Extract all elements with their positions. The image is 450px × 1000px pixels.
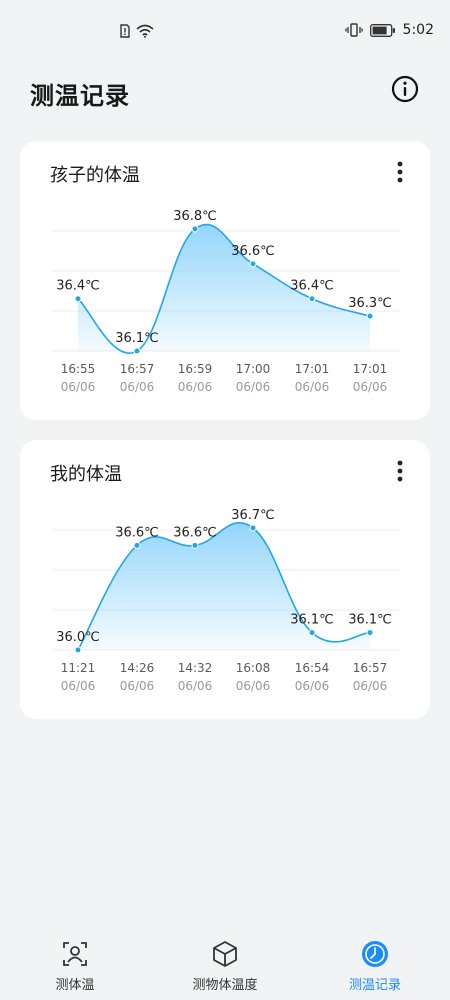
x-tick-time: 17:00: [236, 362, 271, 376]
x-tick-date: 06/06: [236, 679, 271, 693]
x-tick-time: 14:26: [120, 661, 155, 675]
status-right-icons: 5:02: [344, 22, 434, 38]
data-point: [74, 295, 82, 303]
data-label: 36.6℃: [173, 525, 217, 540]
child-temperature-chart: 36.4℃ 16:55 06/06 36.1℃ 16:57 06/06 36.8℃ 16:59…: [53, 209, 400, 394]
x-tick-date: 06/06: [295, 380, 330, 394]
series-area: [78, 522, 370, 650]
data-label: 36.4℃: [290, 279, 334, 294]
data-point: [249, 524, 257, 532]
status-time: 5:02: [402, 22, 434, 38]
x-tick-date: 06/06: [295, 679, 330, 693]
x-tick-time: 16:55: [61, 362, 96, 376]
cube-icon: [213, 941, 237, 967]
status-left-icons: [120, 24, 154, 38]
x-tick-time: 16:08: [236, 661, 271, 675]
bottom-tab-bar: 测体温 测物体温度 测温记录: [0, 936, 450, 1000]
tab-records[interactable]: 测温记录: [300, 936, 450, 1000]
sim-alert-icon: [120, 24, 130, 38]
x-tick-time: 16:59: [178, 362, 213, 376]
child-temperature-card[interactable]: 孩子的体温 36.4℃ 16:55 06/06 36.1℃ 16:57 06/06 36.8…: [20, 141, 430, 420]
page-header: 测温记录: [0, 66, 450, 126]
tab-label: 测物体温度: [192, 978, 258, 993]
x-tick-date: 06/06: [61, 380, 96, 394]
x-tick-date: 06/06: [120, 679, 155, 693]
x-tick-time: 11:21: [61, 661, 96, 675]
clock-icon: [362, 941, 388, 967]
data-point: [366, 312, 374, 320]
data-point: [308, 629, 316, 637]
x-tick-time: 16:57: [120, 362, 155, 376]
data-label: 36.4℃: [56, 279, 100, 294]
my-temperature-chart: 36.0℃ 11:21 06/06 36.6℃ 14:26 06/06 36.6℃ 14:32…: [53, 508, 400, 693]
data-point: [191, 541, 199, 549]
battery-icon: [369, 23, 395, 37]
data-point: [74, 646, 82, 654]
data-label: 36.0℃: [56, 630, 100, 645]
tab-label: 测体温: [55, 978, 95, 993]
data-label: 36.1℃: [348, 613, 392, 628]
wifi-icon: [136, 24, 154, 38]
data-label: 36.1℃: [115, 331, 159, 346]
x-tick-date: 06/06: [61, 679, 96, 693]
data-label: 36.3℃: [348, 296, 392, 311]
data-point: [133, 541, 141, 549]
x-tick-date: 06/06: [353, 679, 388, 693]
page-title: 测温记录: [30, 82, 130, 110]
data-point: [366, 629, 374, 637]
info-icon[interactable]: [390, 74, 420, 104]
data-point: [249, 260, 257, 268]
x-tick-time: 14:32: [178, 661, 213, 675]
data-label: 36.8℃: [173, 209, 217, 224]
data-label: 36.6℃: [231, 244, 275, 259]
x-tick-date: 06/06: [178, 679, 213, 693]
vibrate-icon: [344, 23, 363, 37]
data-label: 36.7℃: [231, 508, 275, 523]
data-point: [133, 347, 141, 355]
x-tick-date: 06/06: [178, 380, 213, 394]
data-point: [308, 295, 316, 303]
data-label: 36.1℃: [290, 613, 334, 628]
tab-measure-body[interactable]: 测体温: [0, 936, 150, 1000]
person-scan-icon: [63, 942, 87, 966]
status-bar: 5:02: [0, 0, 450, 66]
x-tick-time: 16:54: [295, 661, 330, 675]
tab-measure-object[interactable]: 测物体温度: [150, 936, 300, 1000]
x-tick-time: 17:01: [353, 362, 388, 376]
tab-label: 测温记录: [348, 978, 401, 993]
data-label: 36.6℃: [115, 525, 159, 540]
data-point: [191, 225, 199, 233]
x-tick-date: 06/06: [120, 380, 155, 394]
my-temperature-card[interactable]: 我的体温 36.0℃ 11:21 06/06 36.6℃ 14:26 06/06 36.6℃…: [20, 440, 430, 719]
x-tick-date: 06/06: [236, 380, 271, 394]
x-tick-time: 16:57: [353, 661, 388, 675]
x-tick-date: 06/06: [353, 380, 388, 394]
x-tick-time: 17:01: [295, 362, 330, 376]
